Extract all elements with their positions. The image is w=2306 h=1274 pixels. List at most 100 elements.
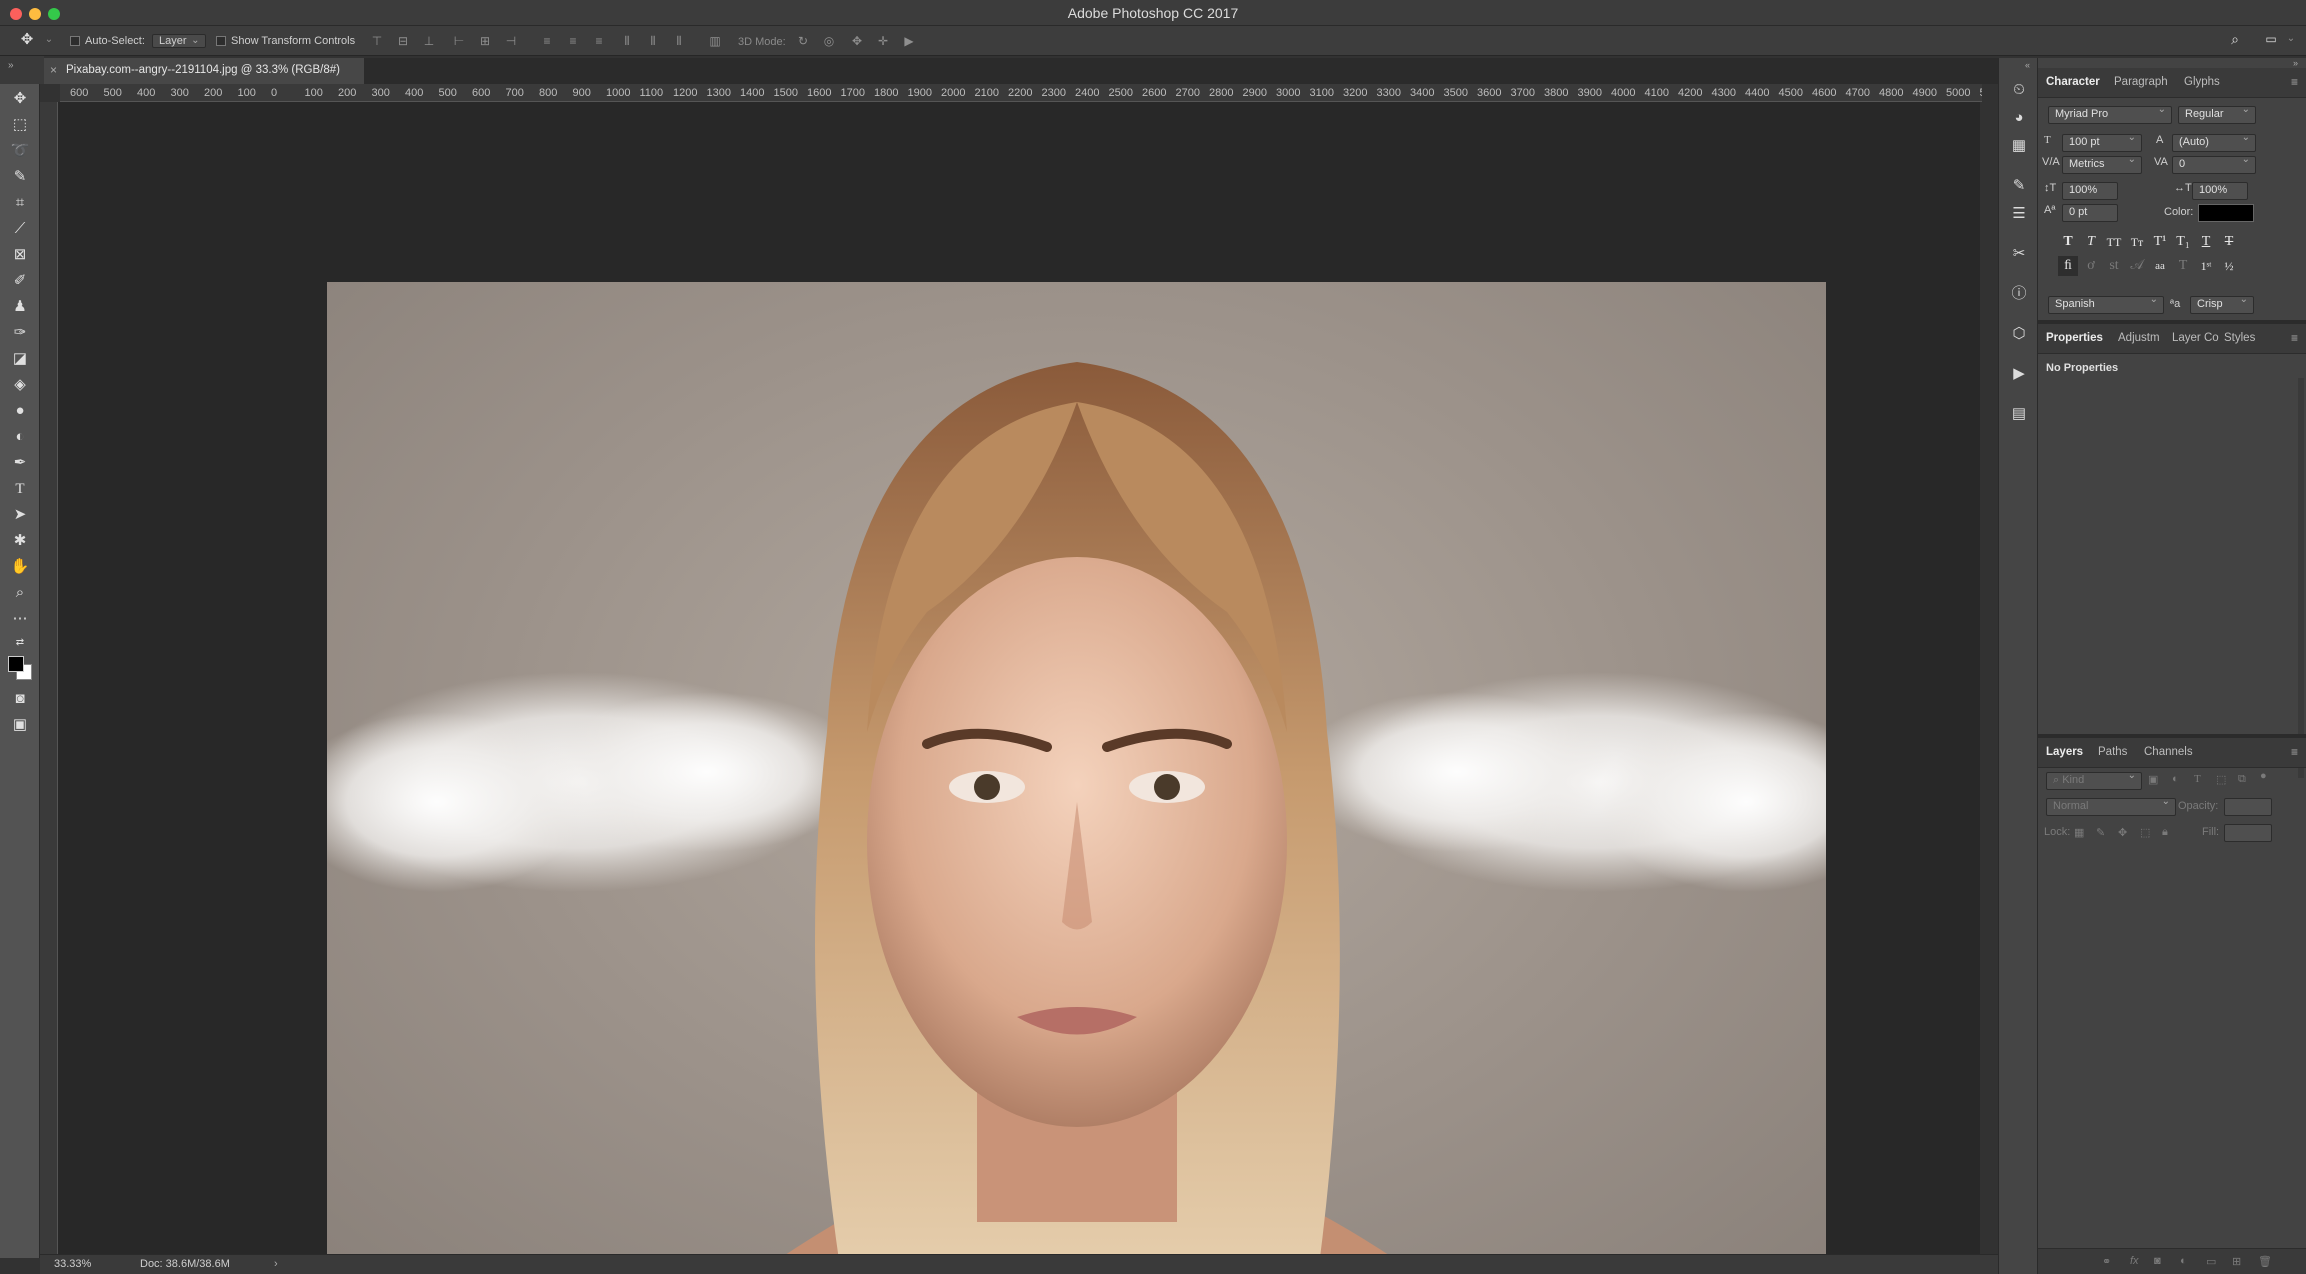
3d-panel-icon[interactable]: ⬡: [2009, 324, 2029, 344]
properties-scrollbar[interactable]: [2298, 378, 2304, 778]
underline-icon[interactable]: T: [2196, 232, 2216, 252]
tab-channels[interactable]: Channels: [2144, 746, 2193, 758]
drag-3d-icon[interactable]: ✥: [850, 35, 864, 47]
zoom-tool-icon[interactable]: ⌕: [8, 582, 32, 604]
properties-panel-menu-icon[interactable]: ≡: [2291, 331, 2298, 345]
move-tool-icon[interactable]: ✥: [8, 88, 32, 110]
distribute-horizontal-center-icon[interactable]: ⫴: [646, 35, 660, 47]
orbit-3d-icon[interactable]: ↻: [796, 35, 810, 47]
marquee-tool-icon[interactable]: ⬚: [8, 114, 32, 136]
text-color-swatch[interactable]: [2198, 204, 2254, 222]
antialias-dropdown[interactable]: Crisp: [2190, 294, 2254, 314]
close-tab-icon[interactable]: ×: [50, 63, 57, 77]
swash-icon[interactable]: 𝒜: [2127, 256, 2147, 276]
strikethrough-icon[interactable]: T: [2219, 232, 2239, 252]
filter-pixel-icon[interactable]: ▣: [2148, 773, 2158, 786]
collapse-toolbar-icon[interactable]: »: [8, 60, 14, 71]
shape-tool-icon[interactable]: ✱: [8, 530, 32, 552]
align-vertical-center-icon[interactable]: ⊟: [396, 35, 410, 47]
collapse-panels-icon[interactable]: «: [2025, 60, 2030, 70]
font-size-field[interactable]: 100 pt: [2062, 132, 2142, 152]
align-horizontal-center-icon[interactable]: ⊞: [478, 35, 492, 47]
opacity-field[interactable]: [2224, 798, 2272, 816]
faux-italic-icon[interactable]: T: [2081, 232, 2101, 252]
hand-tool-icon[interactable]: ✋: [8, 556, 32, 578]
brush-settings-panel-icon[interactable]: ☰: [2009, 204, 2029, 224]
swap-colors-icon[interactable]: ⇄: [8, 632, 32, 654]
align-top-icon[interactable]: ⊤: [370, 35, 384, 47]
path-selection-tool-icon[interactable]: ➤: [8, 504, 32, 526]
timeline-panel-icon[interactable]: ▤: [2009, 404, 2029, 424]
link-layers-icon[interactable]: ⚭: [2102, 1255, 2111, 1268]
tab-properties[interactable]: Properties: [2046, 332, 2103, 344]
font-style-dropdown[interactable]: Regular: [2178, 104, 2256, 124]
history-brush-tool-icon[interactable]: ✑: [8, 322, 32, 344]
info-panel-icon[interactable]: ⓘ: [2009, 284, 2029, 304]
fill-field[interactable]: [2224, 824, 2272, 842]
brushes-panel-icon[interactable]: ✎: [2009, 176, 2029, 196]
tracking-field[interactable]: 0: [2172, 154, 2256, 174]
eraser-tool-icon[interactable]: ◪: [8, 348, 32, 370]
lock-position-icon[interactable]: ✥: [2118, 826, 2127, 839]
add-layer-style-icon[interactable]: fx: [2130, 1255, 2139, 1267]
tab-character[interactable]: Character: [2046, 76, 2100, 88]
actions-panel-icon[interactable]: ▶: [2009, 364, 2029, 384]
tab-paths[interactable]: Paths: [2098, 746, 2127, 758]
small-caps-icon[interactable]: Tт: [2127, 232, 2147, 252]
distribute-bottom-icon[interactable]: ≡: [592, 35, 606, 47]
leading-field[interactable]: (Auto): [2172, 132, 2256, 152]
baseline-shift-field[interactable]: 0 pt: [2062, 204, 2118, 222]
canvas-area[interactable]: [58, 102, 1980, 1274]
paint-bucket-tool-icon[interactable]: ◈: [8, 374, 32, 396]
distribute-right-icon[interactable]: ⫴: [672, 35, 686, 47]
scale-3d-icon[interactable]: ▶: [902, 35, 916, 47]
lasso-tool-icon[interactable]: ➰: [8, 140, 32, 162]
show-transform-controls-checkbox[interactable]: Show Transform Controls: [216, 32, 355, 50]
horizontal-scale-field[interactable]: 100%: [2192, 182, 2248, 200]
standard-ligatures-icon[interactable]: ﬁ: [2058, 256, 2078, 276]
new-layer-icon[interactable]: ⊞: [2232, 1255, 2241, 1268]
roll-3d-icon[interactable]: ◎: [822, 35, 836, 47]
align-right-icon[interactable]: ⊣: [504, 35, 518, 47]
new-group-icon[interactable]: ▭: [2206, 1255, 2216, 1268]
search-icon[interactable]: ⌕: [2228, 32, 2242, 46]
distribute-left-icon[interactable]: ⫴: [620, 35, 634, 47]
tool-presets-panel-icon[interactable]: ✂: [2009, 244, 2029, 264]
distribute-vertical-center-icon[interactable]: ≡: [566, 35, 580, 47]
lock-artboard-icon[interactable]: ⬚: [2140, 826, 2150, 839]
filter-adjustment-icon[interactable]: ◐: [2172, 773, 2179, 785]
faux-bold-icon[interactable]: T: [2058, 232, 2078, 252]
character-panel-menu-icon[interactable]: ≡: [2291, 75, 2298, 89]
align-bottom-icon[interactable]: ⊥: [422, 35, 436, 47]
superscript-icon[interactable]: T¹: [2150, 232, 2170, 252]
move-tool-icon[interactable]: ✥: [20, 32, 34, 47]
align-left-icon[interactable]: ⊢: [452, 35, 466, 47]
lock-image-pixels-icon[interactable]: ✎: [2096, 826, 2105, 839]
blur-tool-icon[interactable]: ●: [8, 400, 32, 422]
blend-mode-dropdown[interactable]: Normal: [2046, 796, 2176, 816]
workspace-switcher-icon[interactable]: ▭: [2264, 33, 2278, 45]
auto-align-layers-icon[interactable]: ▥: [708, 35, 722, 47]
ordinals-icon[interactable]: 1ˢᵗ: [2196, 256, 2216, 276]
kerning-field[interactable]: Metrics: [2062, 154, 2142, 174]
brush-tool-icon[interactable]: ✐: [8, 270, 32, 292]
add-mask-icon[interactable]: ◙: [2154, 1255, 2161, 1267]
language-dropdown[interactable]: Spanish: [2048, 294, 2164, 314]
quick-mask-icon[interactable]: ◙: [8, 688, 32, 710]
all-caps-icon[interactable]: TT: [2104, 232, 2124, 252]
distribute-top-icon[interactable]: ≡: [540, 35, 554, 47]
auto-select-checkbox[interactable]: Auto-Select:: [70, 32, 145, 50]
contextual-alternates-icon[interactable]: ơ: [2081, 256, 2101, 276]
foreground-color-swatch[interactable]: [8, 656, 24, 672]
zoom-level[interactable]: 33.33%: [54, 1258, 91, 1270]
type-tool-icon[interactable]: T: [8, 478, 32, 500]
swatches-panel-icon[interactable]: ▦: [2009, 136, 2029, 156]
slide-3d-icon[interactable]: ✛: [876, 35, 890, 47]
fractions-icon[interactable]: ½: [2219, 256, 2239, 276]
status-menu-arrow-icon[interactable]: ›: [274, 1258, 278, 1270]
auto-select-target-dropdown[interactable]: Layer: [152, 34, 206, 48]
document-image[interactable]: [327, 282, 1826, 1274]
delete-layer-icon[interactable]: 🗑︎: [2258, 1255, 2272, 1268]
frame-tool-icon[interactable]: ⊠: [8, 244, 32, 266]
vertical-scale-field[interactable]: 100%: [2062, 182, 2118, 200]
